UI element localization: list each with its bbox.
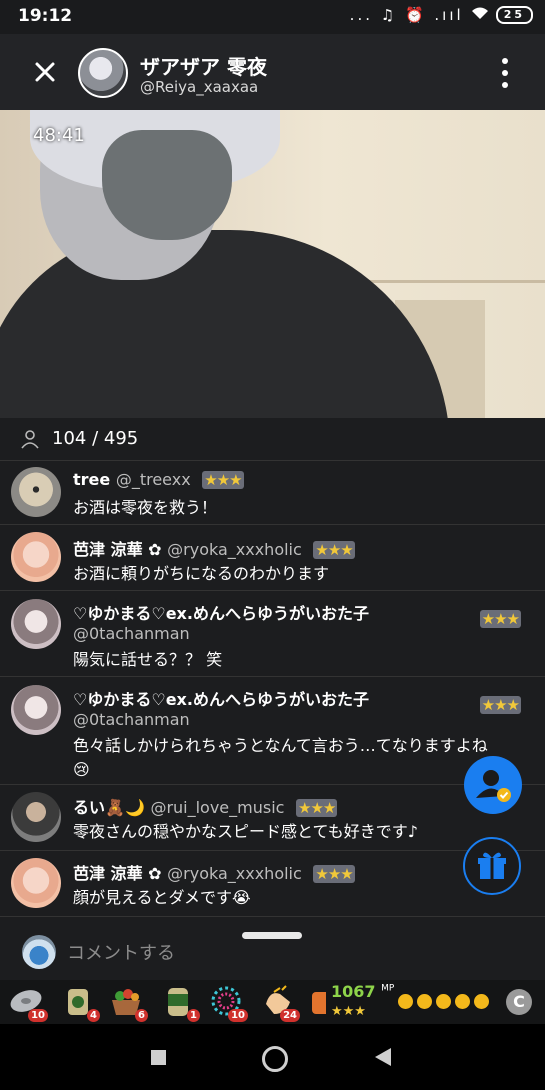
disc-item-icon[interactable]: 10 [8,984,48,1022]
comment-item: 芭津 涼華 ✿ @ryoka_xxxholic ★★★ お酒に頼りがちになるのわ… [0,524,545,591]
rank-stars-icon: ★★★ [296,799,338,817]
vegetable-basket-item-icon[interactable]: 6 [108,984,148,1022]
rank-stars-icon: ★★★ [479,696,521,714]
coin-icon [455,994,470,1009]
stream-header: ザアザア 零夜 @Reiya_xaaxaa [0,34,545,110]
crying-face-icon: 😢 [73,760,90,779]
commenter-name[interactable]: 芭津 涼華 [73,864,143,883]
commenter-name[interactable]: tree [73,470,110,489]
commenter-handle: @0tachanman [73,624,190,643]
my-avatar [22,935,56,969]
commenter-avatar[interactable] [11,599,61,649]
rank-stars-icon: ★★★ [479,610,521,628]
crying-face-icon: 😭 [232,888,251,907]
battery-icon: 25 [495,6,533,24]
comment-text: お酒は零夜を救う！ [73,498,218,517]
coin-meter [398,994,489,1009]
item-count-badge: 1 [187,1009,200,1022]
clap-item-icon[interactable]: 24 [260,984,300,1022]
commenter-avatar[interactable] [11,685,61,735]
commenter-handle: @_treexx [115,470,191,489]
mp-unit: MP [381,983,395,994]
tea-cup-item-icon[interactable]: 4 [60,984,100,1022]
person-icon [21,430,39,449]
mp-value: 1067 [331,982,376,1001]
commenter-name[interactable]: ♡ゆかまる♡ex.めんへらゆうがいおた子 [73,686,369,710]
verified-icon: ✿ [142,540,162,559]
rank-stars-icon: ★★★ [313,865,355,883]
commenter-handle: @0tachanman [73,710,190,729]
bear-moon-icon: 🧸🌙 [105,798,145,817]
close-icon[interactable] [31,58,59,86]
viewer-count-bar: 104 / 495 [0,418,545,461]
stream-timer: 48:41 [33,125,85,146]
gift-item-bar: 10 4 6 1 10 24 1067 MP ★★★ C [0,980,545,1024]
coin-icon [436,994,451,1009]
mp-points: 1067 MP [331,982,394,1001]
commenter-avatar[interactable] [11,532,61,582]
follow-user-button[interactable] [464,756,522,814]
comment-input[interactable]: コメントする [67,939,175,965]
status-bar: 19:12 ... ♫ ⏰ .ııl 25 [0,0,545,34]
commenter-handle: @ryoka_xxxholic [167,864,302,883]
streamer-handle: @Reiya_xaaxaa [140,78,259,96]
item-count-badge: 24 [280,1009,300,1022]
commenter-avatar[interactable] [11,858,61,908]
rank-stars-icon: ★★★ [202,471,244,489]
comment-text: 零夜さんの穏やかなスピード感とても好きです♪ [73,822,418,841]
mp-stars-icon: ★★★ [331,1004,366,1019]
commenter-name[interactable]: ♡ゆかまる♡ex.めんへらゆうがいおた子 [73,600,369,624]
recents-icon[interactable] [151,1050,166,1065]
verified-icon: ✿ [142,864,162,883]
coin-icon [398,994,413,1009]
commenter-name[interactable]: るい [73,798,105,817]
streamer-name[interactable]: ザアザア 零夜 [140,51,267,80]
home-icon[interactable] [262,1046,288,1072]
comment-text: 顔が見えるとダメです [73,888,233,907]
drag-handle[interactable] [242,932,302,939]
comment-item: ♡ゆかまる♡ex.めんへらゆうがいおた子 ★★★ @0tachanman 陽気に… [0,590,545,677]
comment-text: 陽気に話せる？？ 笑 [73,650,223,669]
status-time: 19:12 [18,6,73,26]
item-count-badge: 10 [228,1009,248,1022]
comment-text: 色々話しかけられちゃうとなんて言おう…てなりますよね [73,736,488,755]
item-count-badge: 10 [28,1009,48,1022]
commenter-handle: @ryoka_xxxholic [167,540,302,559]
comment-item: tree @_treexx ★★★ お酒は零夜を救う！ [0,460,545,525]
streamer-avatar[interactable] [78,48,128,98]
wifi-icon [470,6,490,24]
comment-list[interactable]: tree @_treexx ★★★ お酒は零夜を救う！ 芭津 涼華 ✿ @ryo… [0,460,545,920]
status-icons: ... ♫ ⏰ .ııl 25 [350,6,533,24]
comment-input-bar: コメントする [0,920,545,980]
system-nav-bar [0,1024,545,1090]
coin-icon [417,994,432,1009]
commenter-avatar[interactable] [11,467,61,517]
gift-button[interactable] [463,837,521,895]
more-options-icon[interactable] [501,58,509,88]
commenter-handle: @rui_love_music [150,798,285,817]
next-item-icon[interactable] [312,992,326,1014]
comment-text: お酒に頼りがちになるのわかります [73,564,330,583]
rank-stars-icon: ★★★ [313,541,355,559]
status-icon-glyphs: ... ♫ ⏰ .ııl [349,6,464,24]
gift-icon [478,852,506,879]
coin-shop-button[interactable]: C [506,989,532,1015]
tea-can-item-icon[interactable]: 1 [160,984,200,1022]
viewer-count: 104 / 495 [52,428,139,449]
commenter-name[interactable]: 芭津 涼華 [73,540,143,559]
commenter-avatar[interactable] [11,792,61,842]
item-count-badge: 4 [87,1009,100,1022]
item-count-badge: 6 [135,1009,148,1022]
user-check-icon [476,770,511,802]
coin-icon [474,994,489,1009]
fireworks-item-icon[interactable]: 10 [208,984,248,1022]
back-icon[interactable] [375,1048,391,1066]
live-video[interactable]: 48:41 [0,110,545,418]
